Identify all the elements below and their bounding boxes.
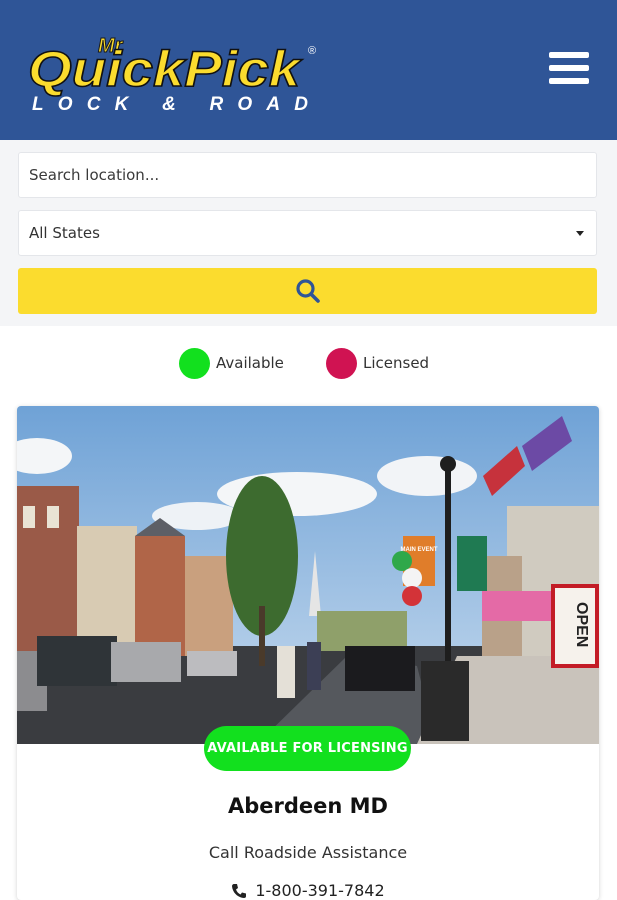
legend-available: Available [179, 346, 284, 380]
town-street-photo: OPEN MAIN EVENT [17, 406, 599, 744]
svg-text:QuickPick: QuickPick [28, 41, 302, 97]
svg-text:OPEN: OPEN [573, 602, 590, 647]
availability-badge: AVAILABLE FOR LICENSING [204, 726, 411, 771]
phone-link[interactable]: 1-800-391-7842 [17, 881, 599, 900]
licensed-dot-icon [326, 347, 357, 379]
site-header: Mr QuickPick ® LOCK & ROAD [0, 0, 617, 140]
hamburger-menu-button[interactable] [549, 52, 589, 88]
search-button[interactable] [18, 268, 597, 314]
caret-down-icon [576, 230, 584, 236]
hamburger-icon [549, 52, 589, 58]
search-icon [295, 279, 320, 303]
legend-licensed-label: Licensed [363, 354, 430, 372]
location-title[interactable]: Aberdeen MD [17, 794, 599, 818]
phone-number: 1-800-391-7842 [255, 881, 385, 900]
phone-icon [232, 883, 247, 898]
legend-available-label: Available [216, 354, 284, 372]
search-panel: All States [0, 140, 617, 326]
legend: Available Licensed [0, 346, 617, 380]
svg-text:®: ® [308, 45, 316, 57]
state-select[interactable]: All States [18, 210, 597, 256]
svg-text:LOCK & ROAD: LOCK & ROAD [32, 94, 308, 115]
search-location-input[interactable] [18, 152, 597, 198]
quickpick-logo[interactable]: Mr QuickPick ® LOCK & ROAD [28, 26, 328, 118]
location-card[interactable]: OPEN MAIN EVENT AVAILABLE FOR LICENSING … [17, 406, 599, 900]
legend-licensed: Licensed [326, 346, 429, 380]
available-dot-icon [179, 347, 210, 379]
call-roadside-label: Call Roadside Assistance [208, 843, 408, 862]
state-select-value: All States [29, 224, 100, 242]
